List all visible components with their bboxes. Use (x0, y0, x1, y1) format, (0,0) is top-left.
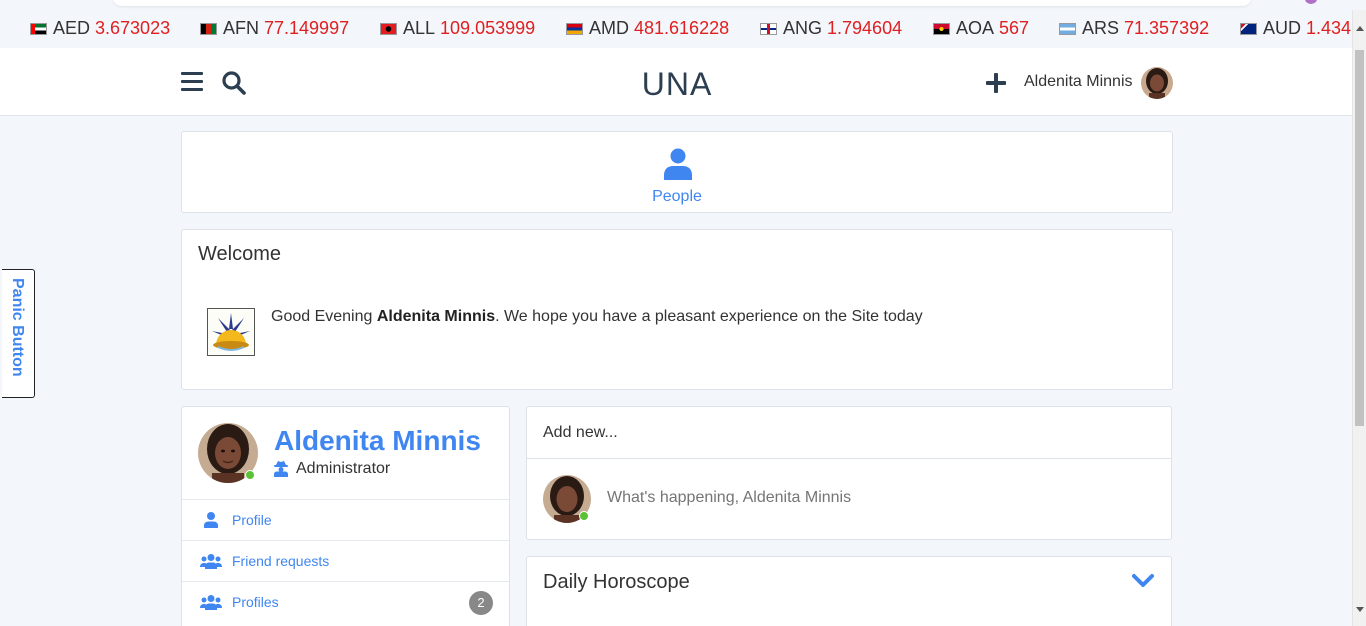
currency-code: AOA (956, 18, 995, 38)
angola-flag-icon (933, 22, 950, 35)
scrollbar[interactable] (1352, 10, 1366, 626)
currency-code: AFN (223, 18, 259, 38)
currency-code: AMD (589, 18, 629, 38)
site-header: UNA Aldenita Minnis (0, 48, 1352, 116)
hamburger-menu-icon[interactable] (181, 72, 203, 92)
chevron-down-icon[interactable] (1132, 573, 1154, 589)
people-link[interactable]: People (182, 188, 1172, 206)
menu-label: Profiles (232, 594, 279, 610)
currency-rate: 567 (999, 18, 1030, 38)
ticker-item: AMD 481.616228 (566, 18, 729, 39)
currency-rate: 481.616228 (634, 18, 730, 38)
panic-button-label: Panic Button (9, 278, 26, 377)
albania-flag-icon (380, 22, 397, 35)
greeting-suffix: . We hope you have a pleasant experience… (495, 308, 923, 325)
address-bar-remnant (112, 0, 1252, 6)
currency-rate: 1.794604 (827, 18, 903, 38)
extension-icon (1305, 0, 1317, 4)
uae-flag-icon (30, 22, 47, 35)
profile-menu-item-profiles[interactable]: Profiles 2 (182, 581, 509, 622)
currency-code: AED (53, 18, 91, 38)
users-icon (200, 554, 222, 569)
avatar[interactable] (1141, 67, 1173, 99)
currency-code: AUD (1263, 18, 1302, 38)
users-icon (200, 595, 222, 610)
curacao-flag-icon (760, 22, 777, 35)
daily-horoscope-card: Daily Horoscope (526, 556, 1172, 626)
ticker-item: AOA 567 (933, 18, 1029, 39)
australia-flag-icon (1240, 22, 1257, 35)
currency-rate: 109.053999 (440, 18, 536, 38)
scroll-up-arrow-icon[interactable] (1356, 26, 1364, 31)
menu-label: Profile (232, 512, 272, 528)
online-status-dot (245, 470, 255, 480)
welcome-message: Good Evening Aldenita Minnis. We hope yo… (271, 308, 923, 326)
user-icon (664, 148, 692, 180)
currency-code: ANG (783, 18, 823, 38)
people-card[interactable]: People (181, 131, 1173, 213)
role-label: Administrator (296, 460, 391, 477)
scroll-down-arrow-icon[interactable] (1356, 607, 1364, 612)
browser-top-strip (0, 0, 1366, 10)
armenia-flag-icon (566, 22, 583, 35)
add-new-title[interactable]: Add new... (543, 424, 618, 442)
profile-menu-item-profile[interactable]: Profile (182, 499, 509, 540)
ticker-item: ALL 109.053999 (380, 18, 535, 39)
currency-code: ALL (403, 18, 436, 38)
scroll-thumb[interactable] (1355, 50, 1364, 426)
currency-rate: 1.434 (1306, 18, 1352, 38)
menu-label: Friend requests (232, 553, 330, 569)
currency-rate: 77.149997 (264, 18, 350, 38)
currency-rate: 71.357392 (1124, 18, 1210, 38)
welcome-title: Welcome (198, 243, 281, 265)
site-logo (207, 308, 255, 356)
site-title[interactable]: UNA (626, 66, 728, 103)
divider (527, 458, 1171, 459)
count-badge: 2 (469, 591, 493, 615)
currency-rate: 3.673023 (95, 18, 171, 38)
profile-menu-item-friend-requests[interactable]: Friend requests (182, 540, 509, 581)
profile-name[interactable]: Aldenita Minnis (274, 425, 481, 457)
online-status-dot (579, 511, 589, 521)
ticker-item: AUD 1.434 (1240, 18, 1351, 39)
user-secret-icon (274, 461, 288, 477)
ticker-item: ANG 1.794604 (760, 18, 902, 39)
user-icon (204, 512, 218, 528)
afghanistan-flag-icon (200, 22, 217, 35)
greeting-name: Aldenita Minnis (376, 308, 496, 325)
header-user-name[interactable]: Aldenita Minnis (1024, 73, 1133, 91)
panic-button[interactable]: Panic Button (2, 269, 35, 398)
greeting-prefix: Good Evening (271, 308, 377, 325)
plus-icon[interactable] (985, 72, 1007, 94)
ticker-item: AED 3.673023 (30, 18, 170, 39)
currency-code: ARS (1082, 18, 1120, 38)
search-icon[interactable] (221, 70, 247, 96)
ticker-item: AFN 77.149997 (200, 18, 349, 39)
argentina-flag-icon (1059, 22, 1076, 35)
currency-ticker: AED 3.673023 AFN 77.149997 ALL 109.05399… (0, 10, 1352, 48)
horoscope-title: Daily Horoscope (543, 571, 690, 593)
profile-card: Aldenita Minnis Administrator Profile Fr… (181, 406, 510, 626)
ticker-item: ARS 71.357392 (1059, 18, 1209, 39)
welcome-card: Welcome Good Evening Aldenita Minnis. We… (181, 229, 1173, 390)
status-input[interactable] (607, 489, 1147, 507)
profile-role: Administrator (274, 460, 390, 478)
add-new-card: Add new... (526, 406, 1172, 540)
